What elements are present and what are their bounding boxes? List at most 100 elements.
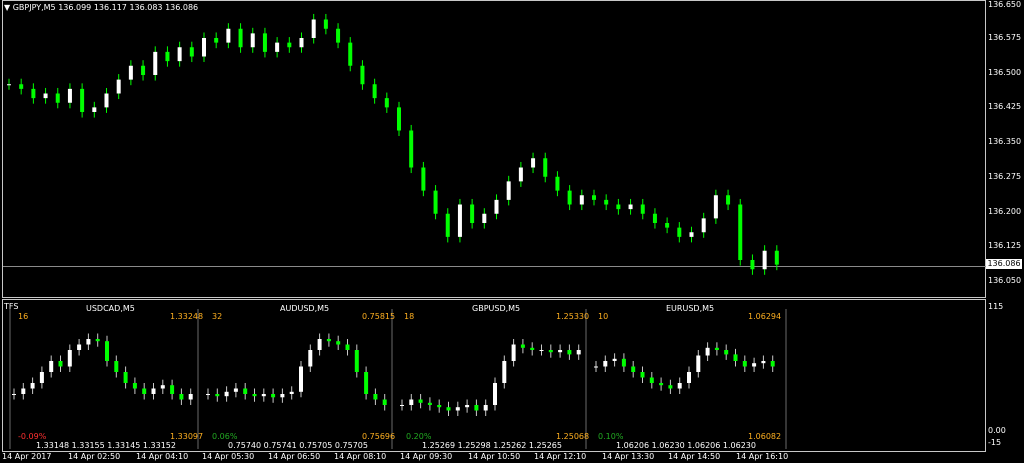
y-label-136350: 136.350 — [988, 137, 1022, 146]
candle-body — [701, 218, 706, 233]
y-label-136650: 136.650 — [988, 0, 1022, 9]
panel-symbol: USDCAD,M5 — [86, 304, 135, 313]
candle-body — [774, 250, 779, 265]
panel-change: 0.20% — [406, 432, 432, 441]
candle-body — [445, 213, 450, 237]
panel-quotes: 0.75740 0.75741 0.75705 0.75705 — [228, 441, 368, 450]
candle-body — [177, 47, 182, 62]
candle-body — [665, 223, 670, 228]
panel-high: 1.06294 — [748, 312, 782, 321]
panel-quotes: 1.06206 1.06230 1.06206 1.06230 — [616, 441, 756, 450]
candle-body — [250, 33, 255, 48]
candle-body — [713, 195, 718, 219]
candle-body — [275, 42, 280, 52]
panel-quotes: 1.25269 1.25298 1.25262 1.25265 — [422, 441, 562, 450]
indicator-y-label-115: 115 — [988, 302, 1004, 311]
candle-body — [421, 167, 426, 191]
candle-body — [226, 28, 231, 43]
panel-low: 0.75696 — [362, 432, 396, 441]
candle-body — [616, 204, 621, 210]
candle-body — [116, 79, 121, 94]
candle-body — [579, 195, 584, 205]
panel-count: 10 — [598, 312, 609, 321]
y-label-136500: 136.500 — [988, 68, 1022, 77]
panel-high: 1.25330 — [556, 312, 590, 321]
candle-body — [80, 88, 85, 112]
panel-high: 1.33248 — [170, 312, 204, 321]
candle-body — [311, 19, 316, 38]
y-label-136575: 136.575 — [988, 33, 1022, 42]
candle-body — [19, 84, 24, 89]
y-label-136200: 136.200 — [988, 207, 1022, 216]
candle-body — [409, 130, 414, 168]
candle-body — [640, 204, 645, 214]
panel-change: 0.06% — [212, 432, 238, 441]
candle-body — [262, 33, 267, 52]
candle-body — [738, 204, 743, 260]
time-label: 14 Apr 13:30 — [602, 452, 655, 461]
main-candlestick-chart[interactable] — [3, 1, 987, 297]
time-label: 14 Apr 2017 — [2, 452, 52, 461]
candle-body — [470, 204, 475, 223]
panel-audusd[interactable]: AUDUSD,M5 32 0.75815 0.06% 0.75696 0.757… — [204, 302, 397, 450]
panel-eurusd[interactable]: EURUSD,M5 10 1.06294 0.10% 1.06082 1.062… — [592, 302, 785, 450]
candle-body — [652, 213, 657, 223]
candle-body — [482, 213, 487, 223]
time-label: 14 Apr 09:30 — [400, 452, 453, 461]
panel-usdcad[interactable]: USDCAD,M5 16 1.33248 -0.09% 1.33097 1.33… — [10, 302, 203, 450]
panel-gbpusd[interactable]: GBPUSD,M5 18 1.25330 0.20% 1.25068 1.252… — [398, 302, 591, 450]
candle-body — [43, 93, 48, 99]
candle-body — [494, 199, 499, 214]
candle-body — [726, 195, 731, 205]
time-label: 14 Apr 12:10 — [534, 452, 587, 461]
candle-body — [141, 65, 146, 75]
panel-count: 18 — [404, 312, 415, 321]
candle-body — [202, 38, 206, 57]
panel-symbol: EURUSD,M5 — [666, 304, 715, 313]
time-label: 14 Apr 14:50 — [668, 452, 721, 461]
panel-high: 0.75815 — [362, 312, 396, 321]
candle-body — [67, 88, 72, 103]
time-label: 14 Apr 04:10 — [136, 452, 189, 461]
candle-body — [238, 28, 243, 48]
panel-change: 0.10% — [598, 432, 624, 441]
chart-menu-triangle-icon[interactable]: ▼ — [4, 3, 10, 12]
metatrader-chart-window: ▼ GBPJPY,M5 136.099 136.117 136.083 136.… — [0, 0, 1024, 463]
candle-body — [55, 93, 60, 103]
candle-body — [555, 176, 560, 191]
current-price-label: 136.086 — [986, 259, 1022, 269]
y-label-136275: 136.275 — [988, 172, 1022, 181]
time-label: 14 Apr 08:10 — [334, 452, 387, 461]
time-label: 14 Apr 02:50 — [68, 452, 121, 461]
candle-body — [92, 107, 97, 112]
candle-body — [750, 260, 755, 270]
candle-body — [384, 98, 389, 108]
candle-body — [531, 158, 536, 168]
panel-change: -0.09% — [18, 432, 47, 441]
candle-body — [287, 42, 292, 48]
candle-body — [604, 199, 609, 205]
candle-body — [104, 93, 109, 108]
panel-quotes: 1.33148 1.33155 1.33145 1.33152 — [36, 441, 176, 450]
panel-count: 16 — [18, 312, 29, 321]
candle-body — [543, 158, 548, 177]
panel-count: 32 — [212, 312, 223, 321]
indicator-y-label-zero: 0.00 — [988, 426, 1006, 435]
panel-low: 1.33097 — [170, 432, 204, 441]
candle-body — [567, 190, 572, 205]
time-label: 14 Apr 16:10 — [736, 452, 789, 461]
candle-body — [592, 195, 596, 200]
candle-body — [372, 84, 377, 99]
candle-body — [31, 88, 36, 99]
candle-body — [214, 38, 219, 43]
candle-body — [433, 190, 438, 214]
main-chart-header: ▼ GBPJPY,M5 136.099 136.117 136.083 136.… — [4, 3, 198, 12]
panel-low: 1.06082 — [748, 432, 782, 441]
candle-body — [677, 227, 682, 237]
candle-body — [7, 84, 11, 86]
candle-body — [165, 51, 170, 62]
panel-symbol: GBPUSD,M5 — [472, 304, 521, 313]
candle-body — [457, 204, 462, 237]
candle-body — [689, 232, 694, 237]
candle-body — [628, 204, 633, 210]
